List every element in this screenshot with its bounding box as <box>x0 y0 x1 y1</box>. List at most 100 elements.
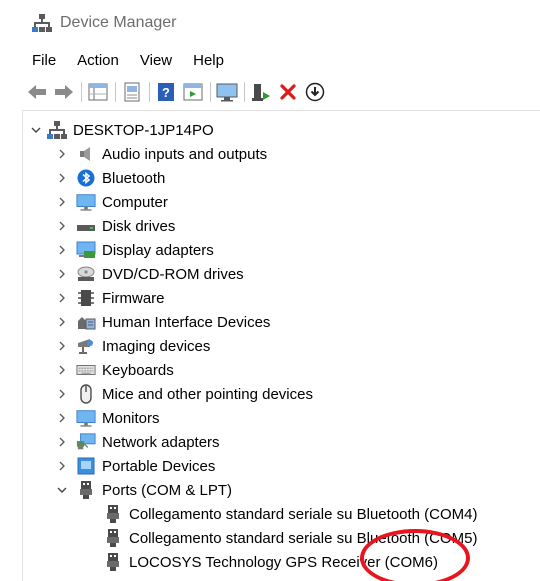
chevron-right-icon[interactable] <box>55 171 69 185</box>
update-driver-icon[interactable] <box>250 81 272 103</box>
port-device-label: LOCOSYS Technology GPS Receiver (COM6) <box>129 553 439 571</box>
toolbar-separator <box>210 82 211 102</box>
tree-root[interactable]: DESKTOP-1JP14PO <box>29 118 214 142</box>
menu-file[interactable]: File <box>32 52 56 69</box>
tree-item-label: Bluetooth <box>102 169 166 187</box>
firmware-chip-icon <box>76 288 96 308</box>
toolbar-separator <box>81 82 82 102</box>
chevron-right-icon[interactable] <box>55 267 69 281</box>
back-arrow-icon[interactable] <box>26 81 48 103</box>
tree-root-label: DESKTOP-1JP14PO <box>73 121 214 139</box>
port-device-com5[interactable]: Collegamento standard seriale su Bluetoo… <box>103 526 478 550</box>
tree-item-mice[interactable]: Mice and other pointing devices <box>55 382 313 406</box>
toolbar: ? <box>26 78 331 106</box>
speaker-icon <box>76 144 96 164</box>
chevron-right-icon[interactable] <box>55 315 69 329</box>
toolbar-divider <box>22 110 540 111</box>
tree-item-keyboards[interactable]: Keyboards <box>55 358 174 382</box>
port-icon <box>103 552 123 572</box>
tree-item-computer[interactable]: Computer <box>55 190 168 214</box>
uninstall-x-icon[interactable] <box>277 81 299 103</box>
port-device-com4[interactable]: Collegamento standard seriale su Bluetoo… <box>103 502 478 526</box>
tree-item-label: Firmware <box>102 289 165 307</box>
monitor-scan-icon[interactable] <box>216 81 238 103</box>
port-icon <box>103 504 123 524</box>
device-manager-icon <box>32 13 52 33</box>
tree-item-label: Mice and other pointing devices <box>102 385 313 403</box>
tree-item-ports[interactable]: Ports (COM & LPT) <box>55 478 232 502</box>
tree-item-portable[interactable]: Portable Devices <box>55 454 215 478</box>
svg-text:?: ? <box>162 85 170 100</box>
download-circle-icon[interactable] <box>304 81 326 103</box>
tree-item-network[interactable]: Network adapters <box>55 430 220 454</box>
tree-item-label: Monitors <box>102 409 160 427</box>
dvd-icon <box>76 264 96 284</box>
title-bar: Device Manager <box>0 0 540 46</box>
tree-item-label: Ports (COM & LPT) <box>102 481 233 499</box>
chevron-right-icon[interactable] <box>55 387 69 401</box>
port-device-com6[interactable]: LOCOSYS Technology GPS Receiver (COM6) <box>103 550 438 574</box>
chevron-down-icon[interactable] <box>55 483 69 497</box>
portable-device-icon <box>76 456 96 476</box>
properties-grid-icon[interactable] <box>87 81 109 103</box>
chevron-right-icon[interactable] <box>55 195 69 209</box>
chevron-right-icon[interactable] <box>55 411 69 425</box>
tree-item-label: Imaging devices <box>102 337 211 355</box>
chevron-right-icon[interactable] <box>55 243 69 257</box>
toolbar-separator <box>244 82 245 102</box>
tree-item-label: Display adapters <box>102 241 214 259</box>
tree-item-display-adapters[interactable]: Display adapters <box>55 238 214 262</box>
computer-icon <box>76 192 96 212</box>
chevron-right-icon[interactable] <box>55 435 69 449</box>
computer-tree-icon <box>47 120 67 140</box>
run-panel-icon[interactable] <box>182 81 204 103</box>
keyboard-icon <box>76 360 96 380</box>
tree-item-label: Audio inputs and outputs <box>102 145 268 163</box>
tree-item-firmware[interactable]: Firmware <box>55 286 165 310</box>
port-device-label: Collegamento standard seriale su Bluetoo… <box>129 529 478 547</box>
tree-item-monitors[interactable]: Monitors <box>55 406 160 430</box>
menu-view[interactable]: View <box>140 52 172 69</box>
tree-item-label: Network adapters <box>102 433 220 451</box>
pane-border <box>22 110 23 581</box>
tree-item-hid[interactable]: Human Interface Devices <box>55 310 270 334</box>
tree-item-label: Computer <box>102 193 168 211</box>
tree-item-bluetooth[interactable]: Bluetooth <box>55 166 165 190</box>
tree-item-label: Portable Devices <box>102 457 216 475</box>
tree-item-label: Keyboards <box>102 361 174 379</box>
document-icon[interactable] <box>121 81 143 103</box>
camera-icon <box>76 336 96 356</box>
chevron-right-icon[interactable] <box>55 459 69 473</box>
chevron-right-icon[interactable] <box>55 147 69 161</box>
display-adapter-icon <box>76 240 96 260</box>
menu-bar: File Action View Help <box>0 47 245 73</box>
help-question-icon[interactable]: ? <box>155 81 177 103</box>
chevron-down-icon[interactable] <box>29 123 43 137</box>
port-icon <box>103 528 123 548</box>
mouse-icon <box>76 384 96 404</box>
hid-icon <box>76 312 96 332</box>
port-icon <box>76 480 96 500</box>
monitor-icon <box>76 408 96 428</box>
tree-item-audio[interactable]: Audio inputs and outputs <box>55 142 267 166</box>
tree-item-imaging[interactable]: Imaging devices <box>55 334 210 358</box>
chevron-right-icon[interactable] <box>55 363 69 377</box>
tree-item-dvd[interactable]: DVD/CD-ROM drives <box>55 262 244 286</box>
menu-action[interactable]: Action <box>77 52 119 69</box>
disk-drive-icon <box>76 216 96 236</box>
network-adapter-icon <box>76 432 96 452</box>
tree-item-disk-drives[interactable]: Disk drives <box>55 214 175 238</box>
toolbar-separator <box>115 82 116 102</box>
toolbar-separator <box>149 82 150 102</box>
tree-item-label: Disk drives <box>102 217 176 235</box>
bluetooth-icon <box>76 168 96 188</box>
chevron-right-icon[interactable] <box>55 291 69 305</box>
chevron-right-icon[interactable] <box>55 219 69 233</box>
tree-item-label: Human Interface Devices <box>102 313 271 331</box>
chevron-right-icon[interactable] <box>55 339 69 353</box>
menu-help[interactable]: Help <box>193 52 224 69</box>
port-device-label: Collegamento standard seriale su Bluetoo… <box>129 505 478 523</box>
forward-arrow-icon[interactable] <box>53 81 75 103</box>
tree-item-label: DVD/CD-ROM drives <box>102 265 244 283</box>
window-title: Device Manager <box>60 14 177 31</box>
